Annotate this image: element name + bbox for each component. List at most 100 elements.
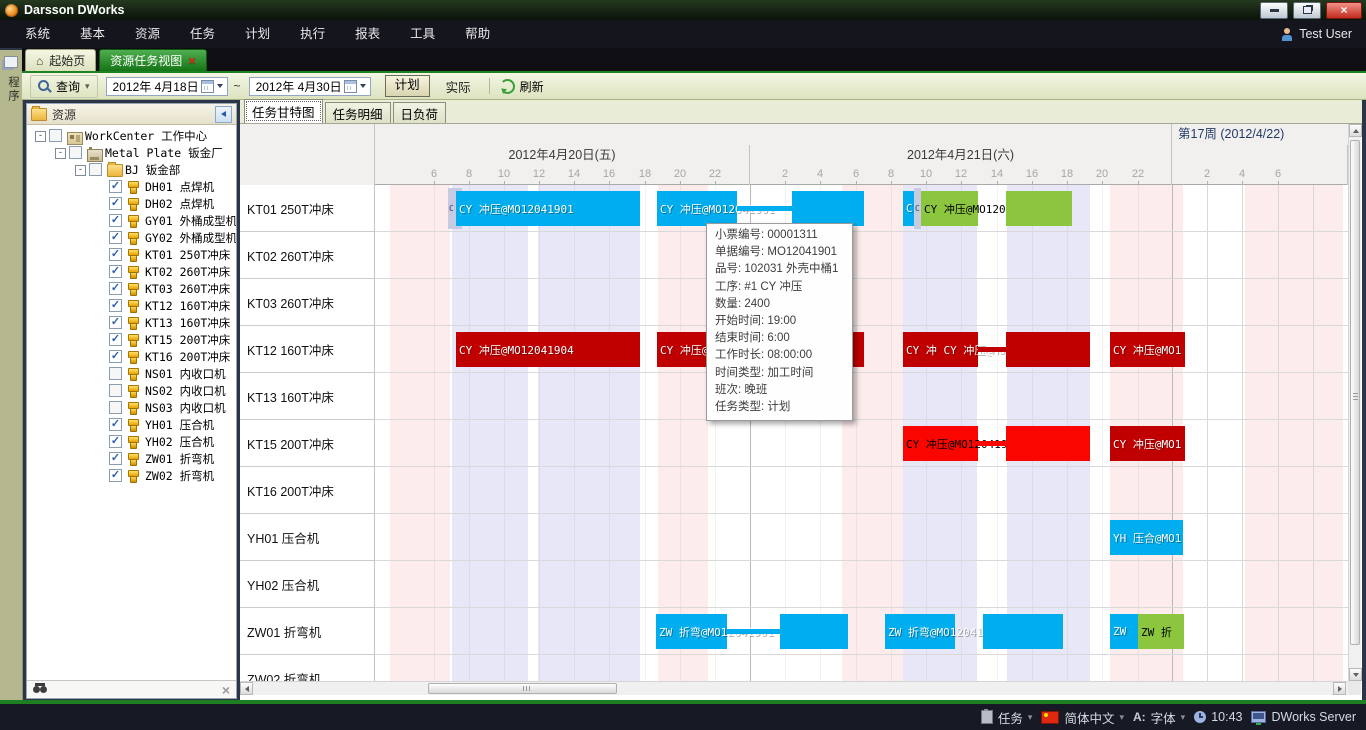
tree-checkbox[interactable]: ✓ bbox=[109, 265, 122, 278]
gantt-bar[interactable]: CY 冲压@MO1 bbox=[1110, 332, 1185, 367]
gantt-bar[interactable] bbox=[983, 614, 1063, 649]
tree-checkbox[interactable]: ✓ bbox=[109, 418, 122, 431]
restore-button[interactable] bbox=[1293, 2, 1321, 19]
tree-node[interactable]: ✓YH02 压合机 bbox=[27, 434, 236, 451]
refresh-button[interactable]: 刷新 bbox=[500, 78, 544, 95]
tab-home[interactable]: ⌂ 起始页 bbox=[25, 49, 96, 71]
minimize-button[interactable] bbox=[1260, 2, 1288, 19]
tree-expander[interactable]: - bbox=[35, 131, 46, 142]
tree-node[interactable]: ✓DH02 点焊机 bbox=[27, 196, 236, 213]
tree-node[interactable]: -WorkCenter 工作中心 bbox=[27, 128, 236, 145]
date-from-field[interactable]: 2012年 4月18日 bbox=[106, 77, 228, 96]
tree-node[interactable]: ✓DH01 点焊机 bbox=[27, 179, 236, 196]
tree-node[interactable]: ✓KT01 250T冲床 bbox=[27, 247, 236, 264]
windows-stack-icon[interactable] bbox=[4, 56, 18, 68]
status-item[interactable]: DWorks Server bbox=[1251, 710, 1356, 724]
tree-node[interactable]: NS03 内收口机 bbox=[27, 400, 236, 417]
gantt-bar[interactable] bbox=[780, 614, 848, 649]
panel-close-icon[interactable]: × bbox=[222, 684, 230, 696]
menu-item[interactable]: 报表 bbox=[340, 20, 395, 48]
tree-node[interactable]: ✓KT13 160T冲床 bbox=[27, 315, 236, 332]
collapse-panel-button[interactable] bbox=[215, 106, 232, 123]
tree-node[interactable]: ✓ZW02 折弯机 bbox=[27, 468, 236, 485]
menu-item[interactable]: 执行 bbox=[285, 20, 340, 48]
calendar-icon[interactable] bbox=[344, 80, 357, 93]
query-dropdown-icon[interactable]: ▾ bbox=[85, 81, 90, 92]
gantt-bar-connector[interactable] bbox=[727, 629, 780, 634]
tree-checkbox[interactable]: ✓ bbox=[109, 469, 122, 482]
tree-checkbox[interactable] bbox=[109, 384, 122, 397]
tree-node[interactable]: ✓YH01 压合机 bbox=[27, 417, 236, 434]
tree-checkbox[interactable] bbox=[49, 129, 62, 142]
tree-checkbox[interactable]: ✓ bbox=[109, 333, 122, 346]
gantt-bar[interactable]: ZW bbox=[1110, 614, 1138, 649]
status-item[interactable]: 任务▾ bbox=[981, 708, 1033, 727]
chevron-down-icon[interactable]: ▾ bbox=[1028, 712, 1033, 723]
gantt-bar-connector[interactable] bbox=[978, 347, 1006, 352]
tree-checkbox[interactable]: ✓ bbox=[109, 180, 122, 193]
tree-checkbox[interactable] bbox=[69, 146, 82, 159]
tab-resource-task-view[interactable]: 资源任务视图 × bbox=[99, 49, 207, 71]
tree-checkbox[interactable]: ✓ bbox=[109, 231, 122, 244]
close-button[interactable]: × bbox=[1326, 2, 1362, 19]
tree-node[interactable]: ✓KT16 200T冲床 bbox=[27, 349, 236, 366]
gantt-bar[interactable]: ZW 折弯@MO12041901 bbox=[656, 614, 727, 649]
gantt-bar[interactable] bbox=[1006, 191, 1072, 226]
gantt-bar[interactable]: CY 冲 CY 冲压@MO12041904 bbox=[903, 332, 978, 367]
menu-item[interactable]: 工具 bbox=[395, 20, 450, 48]
gantt-bar[interactable]: C bbox=[914, 188, 921, 229]
gantt-tab[interactable]: 任务明细 bbox=[325, 102, 391, 123]
tree-checkbox[interactable]: ✓ bbox=[109, 299, 122, 312]
tree-node[interactable]: ✓KT02 260T冲床 bbox=[27, 264, 236, 281]
gantt-bar[interactable]: YH 压合@MO1 bbox=[1110, 520, 1183, 555]
horizontal-scrollbar-thumb[interactable] bbox=[428, 683, 617, 694]
tree-checkbox[interactable]: ✓ bbox=[109, 197, 122, 210]
date-to-field[interactable]: 2012年 4月30日 bbox=[249, 77, 371, 96]
tree-node[interactable]: -BJ 钣金部 bbox=[27, 162, 236, 179]
gantt-bar-connector[interactable] bbox=[737, 206, 792, 211]
tree-node[interactable]: NS02 内收口机 bbox=[27, 383, 236, 400]
scroll-down-button[interactable] bbox=[1349, 668, 1362, 681]
tree-checkbox[interactable] bbox=[109, 401, 122, 414]
gantt-bar[interactable]: CY 冲压@MO12041904 bbox=[456, 332, 640, 367]
tree-checkbox[interactable]: ✓ bbox=[109, 350, 122, 363]
tree-checkbox[interactable]: ✓ bbox=[109, 452, 122, 465]
tree-node[interactable]: ✓KT15 200T冲床 bbox=[27, 332, 236, 349]
tree-node[interactable]: ✓GY01 外桶成型机 bbox=[27, 213, 236, 230]
tree-checkbox[interactable] bbox=[109, 367, 122, 380]
gantt-bar-connector[interactable] bbox=[978, 441, 1006, 446]
status-item[interactable]: 10:43 bbox=[1194, 710, 1242, 724]
gantt-bar[interactable]: CY 冲压@MO1 bbox=[1110, 426, 1185, 461]
horizontal-scrollbar[interactable] bbox=[240, 681, 1348, 695]
tree-node[interactable]: ✓GY02 外桶成型机 bbox=[27, 230, 236, 247]
chevron-down-icon[interactable]: ▾ bbox=[1181, 712, 1186, 723]
date-to-dropdown-icon[interactable] bbox=[360, 84, 366, 88]
tree-checkbox[interactable]: ✓ bbox=[109, 316, 122, 329]
tree-checkbox[interactable]: ✓ bbox=[109, 282, 122, 295]
tree-node[interactable]: ✓KT03 260T冲床 bbox=[27, 281, 236, 298]
scroll-left-button[interactable] bbox=[240, 682, 253, 695]
tree-node[interactable]: NS01 内收口机 bbox=[27, 366, 236, 383]
scroll-right-button[interactable] bbox=[1333, 682, 1346, 695]
tree-node[interactable]: -Metal Plate 钣金厂 bbox=[27, 145, 236, 162]
chevron-down-icon[interactable]: ▾ bbox=[1119, 712, 1124, 723]
vertical-scrollbar-thumb[interactable] bbox=[1350, 140, 1360, 645]
menu-item[interactable]: 计划 bbox=[230, 20, 285, 48]
gantt-bar[interactable]: CY 冲压@MO12041902 bbox=[921, 191, 978, 226]
search-binoculars-icon[interactable] bbox=[33, 686, 40, 693]
status-item[interactable]: A:字体▾ bbox=[1133, 708, 1185, 727]
user-indicator[interactable]: Test User bbox=[1281, 27, 1352, 41]
tree-checkbox[interactable]: ✓ bbox=[109, 214, 122, 227]
gantt-bar[interactable] bbox=[792, 191, 864, 226]
menu-item[interactable]: 基本 bbox=[65, 20, 120, 48]
scroll-up-button[interactable] bbox=[1349, 124, 1362, 137]
menu-item[interactable]: 任务 bbox=[175, 20, 230, 48]
gantt-bar[interactable]: C bbox=[903, 191, 914, 226]
vertical-scrollbar[interactable] bbox=[1348, 124, 1361, 681]
query-button[interactable]: 查询 ▾ bbox=[30, 75, 98, 98]
gantt-tab[interactable]: 任务甘特图 bbox=[244, 99, 323, 123]
calendar-icon[interactable] bbox=[201, 80, 214, 93]
tab-close-icon[interactable]: × bbox=[188, 56, 196, 66]
menu-item[interactable]: 系统 bbox=[10, 20, 65, 48]
status-item[interactable]: 简体中文▾ bbox=[1041, 708, 1124, 727]
